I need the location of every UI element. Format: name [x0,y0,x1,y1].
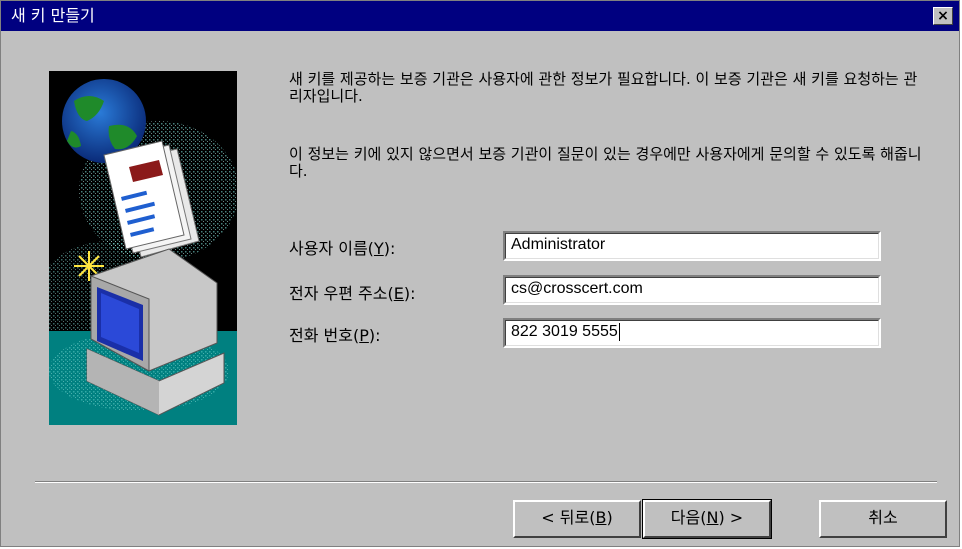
button-separator [35,481,937,483]
new-key-wizard-dialog: 새 키 만들기 × 새 키를 제공하는 보증 기관은 사용자에 관한 정보가 필… [0,0,960,547]
email-input[interactable]: cs@crosscert.com [503,275,881,305]
email-accesskey: E [393,284,404,303]
back-button[interactable]: < 뒤로(B) [513,500,641,538]
text-caret [618,322,620,341]
username-label: 사용자 이름(Y): [289,239,396,258]
close-button[interactable]: × [933,7,953,25]
intro-paragraph-1: 새 키를 제공하는 보증 기관은 사용자에 관한 정보가 필요합니다. 이 보증… [289,70,918,105]
computer-monitor-icon [86,248,225,416]
phone-accesskey: P [359,326,369,345]
username-input[interactable]: Administrator [503,231,881,261]
intro-paragraph-2: 이 정보는 키에 있지 않으면서 보증 기관이 질문이 있는 경우에만 사용자에… [289,145,922,180]
title-bar[interactable]: 새 키 만들기 × [1,1,959,31]
email-label: 전자 우편 주소(E): [289,284,416,303]
window-title: 새 키 만들기 [11,6,95,25]
wizard-illustration [49,71,237,425]
close-icon: × [937,8,949,24]
phone-input[interactable]: 822 3019 5555 [503,318,881,348]
computer-certificate-illustration [49,71,237,425]
cancel-button[interactable]: 취소 [819,500,947,538]
username-accesskey: Y [373,239,384,258]
phone-label: 전화 번호(P): [289,326,381,345]
next-button[interactable]: 다음(N) > [642,499,772,539]
